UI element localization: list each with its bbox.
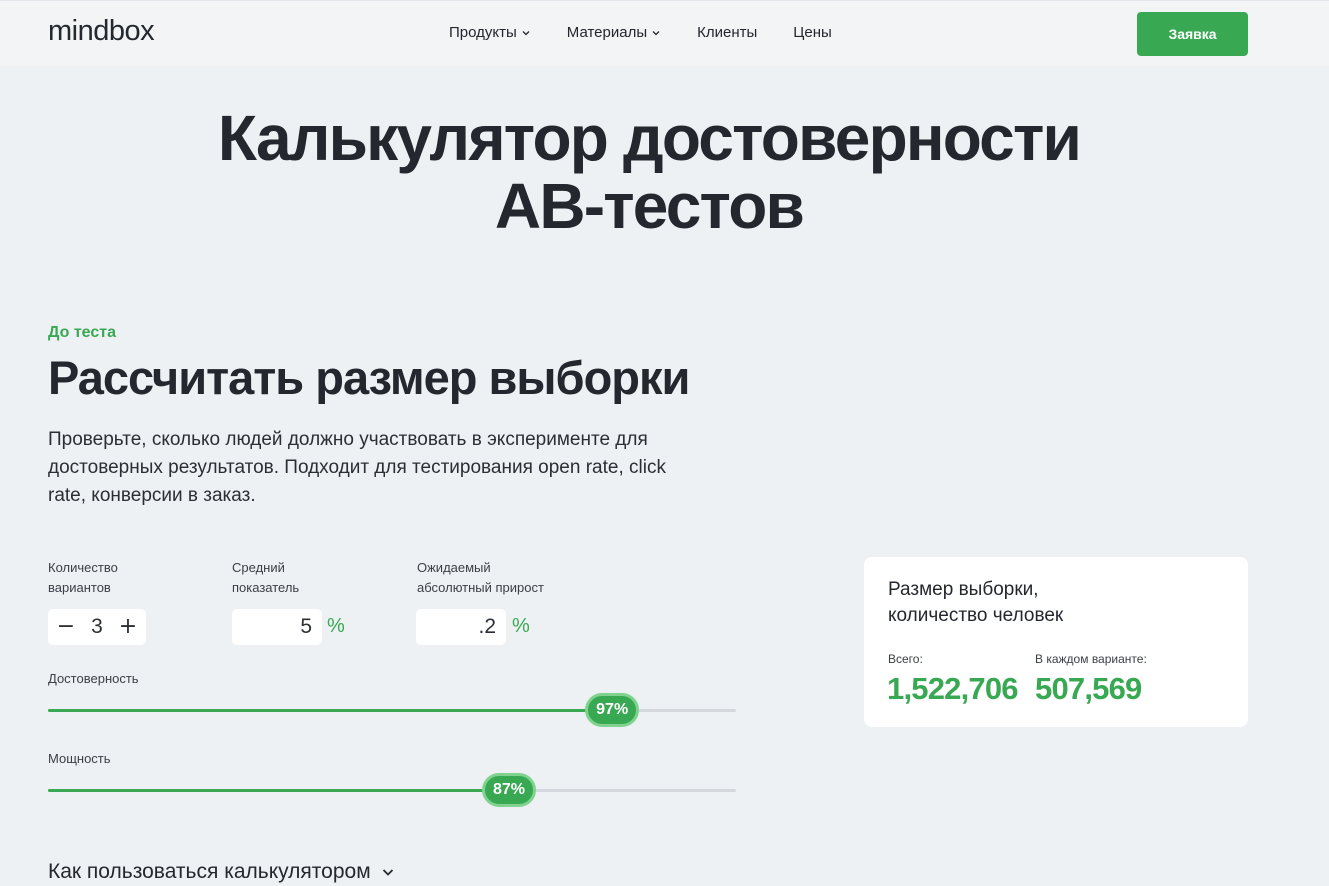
nav-item-label: Продукты bbox=[449, 24, 517, 41]
main-nav: Продукты Материалы Клиенты Цены bbox=[449, 24, 868, 41]
slider-thumb[interactable]: 97% bbox=[585, 693, 640, 727]
average-label: Средний показатель bbox=[232, 560, 300, 595]
total-value: 1,522,706 bbox=[887, 671, 1019, 706]
nav-item-prices[interactable]: Цены bbox=[793, 24, 832, 41]
howto-label: Как пользоваться калькулятором bbox=[48, 860, 371, 883]
result-card: Размер выборки, количество человек Всего… bbox=[864, 557, 1248, 727]
nav-item-materials[interactable]: Материалы bbox=[567, 24, 661, 41]
per-variant-label: В каждом варианте: bbox=[1035, 652, 1147, 666]
expected-input[interactable] bbox=[416, 609, 506, 645]
percent-unit: % bbox=[512, 615, 530, 637]
page-title-line: Калькулятор достоверности bbox=[217, 102, 1082, 174]
site-header: mindbox Продукты Материалы Клиенты Цены … bbox=[0, 0, 1329, 66]
chevron-down-icon bbox=[651, 28, 661, 38]
variants-value[interactable]: 3 bbox=[91, 615, 103, 639]
nav-item-clients[interactable]: Клиенты bbox=[697, 24, 757, 41]
average-input[interactable] bbox=[232, 609, 322, 645]
section-kicker: До теста bbox=[48, 324, 116, 341]
slider-fill bbox=[48, 709, 613, 712]
nav-item-products[interactable]: Продукты bbox=[449, 24, 531, 41]
result-title: Размер выборки, количество человек bbox=[888, 579, 1064, 626]
decrement-button[interactable]: − bbox=[56, 616, 76, 638]
total-label: Всего: bbox=[888, 652, 923, 666]
page-title: Калькулятор достоверности AB-тестов bbox=[0, 104, 1298, 240]
nav-item-label: Цены bbox=[793, 24, 832, 41]
section-description: Проверьте, сколько людей должно участвов… bbox=[48, 429, 666, 506]
slider-fill bbox=[48, 789, 509, 792]
confidence-slider[interactable]: 97% bbox=[48, 693, 736, 727]
howto-toggle[interactable]: Как пользоваться калькулятором bbox=[48, 860, 395, 884]
variants-stepper: − 3 + bbox=[48, 609, 146, 645]
section-title: Рассчитать размер выборки bbox=[48, 351, 690, 404]
chevron-down-icon bbox=[521, 28, 531, 38]
power-slider[interactable]: 87% bbox=[48, 773, 736, 807]
increment-button[interactable]: + bbox=[118, 616, 138, 638]
chevron-down-icon bbox=[381, 865, 395, 879]
confidence-label: Достоверность bbox=[48, 671, 139, 686]
per-variant-value: 507,569 bbox=[1035, 671, 1142, 706]
power-label: Мощность bbox=[48, 751, 111, 766]
nav-item-label: Клиенты bbox=[697, 24, 758, 41]
request-button[interactable]: Заявка bbox=[1137, 12, 1248, 56]
expected-label: Ожидаемый абсолютный прирост bbox=[417, 560, 544, 595]
page-title-line: AB-тестов bbox=[494, 170, 805, 242]
variants-label: Количество вариантов bbox=[48, 560, 118, 595]
percent-unit: % bbox=[327, 615, 345, 637]
nav-item-label: Материалы bbox=[566, 24, 648, 41]
logo[interactable]: mindbox bbox=[48, 15, 155, 48]
slider-thumb[interactable]: 87% bbox=[481, 773, 536, 807]
